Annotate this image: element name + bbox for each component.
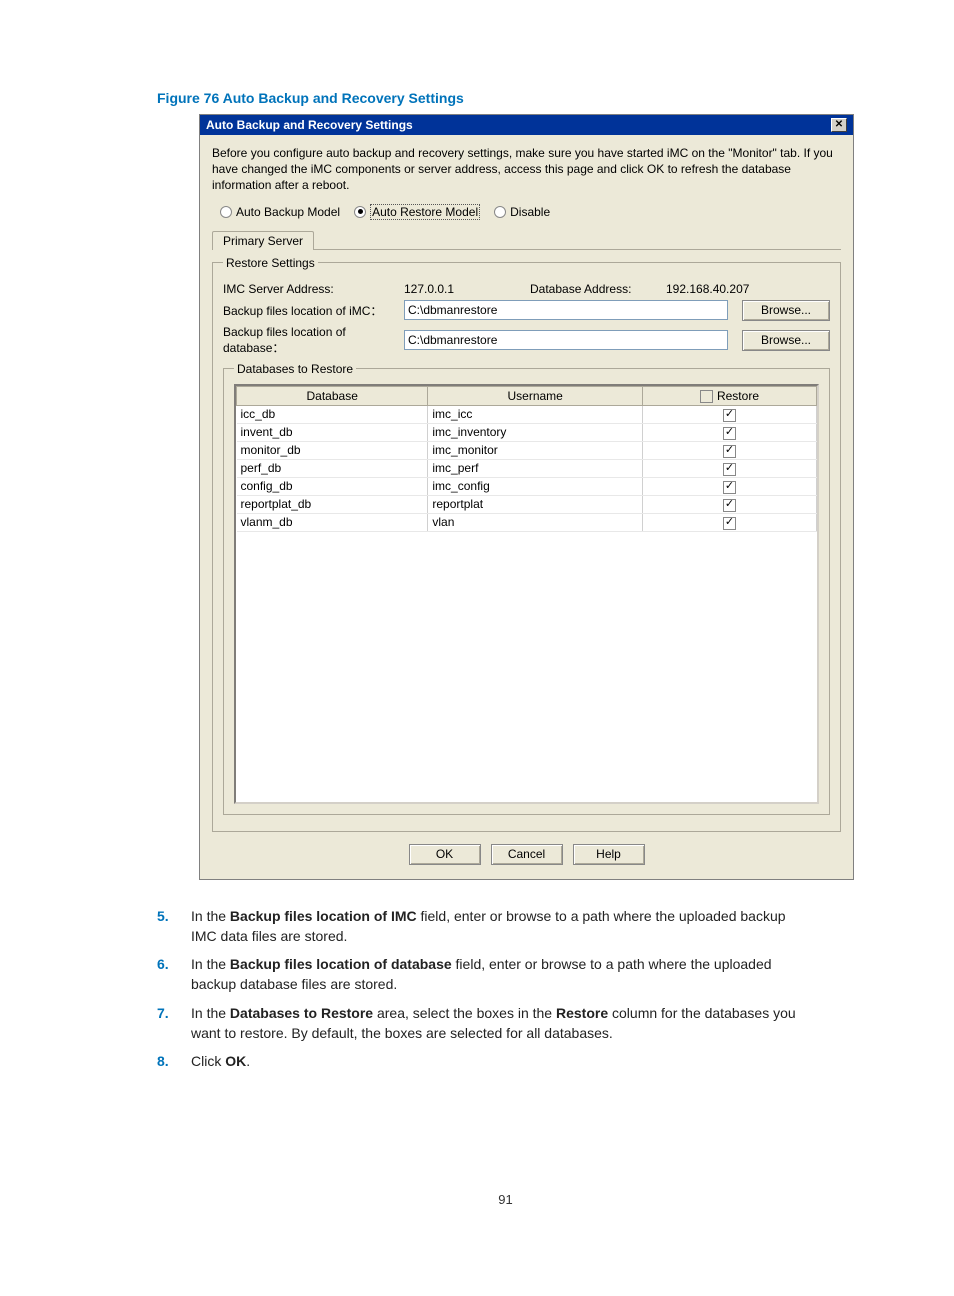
table-row[interactable]: monitor_dbimc_monitor bbox=[237, 441, 817, 459]
restore-checkbox[interactable] bbox=[723, 427, 736, 440]
label-db-address: Database Address: bbox=[530, 282, 660, 296]
cell-username: imc_perf bbox=[428, 459, 643, 477]
table-row[interactable]: reportplat_dbreportplat bbox=[237, 495, 817, 513]
databases-to-restore-legend: Databases to Restore bbox=[234, 362, 356, 376]
radio-icon bbox=[354, 206, 366, 218]
cell-username: vlan bbox=[428, 513, 643, 531]
table-row[interactable]: vlanm_dbvlan bbox=[237, 513, 817, 531]
page-number: 91 bbox=[157, 1192, 854, 1207]
cell-username: imc_inventory bbox=[428, 423, 643, 441]
instruction-steps: 5.In the Backup files location of IMC fi… bbox=[157, 906, 854, 1072]
cell-database: vlanm_db bbox=[237, 513, 428, 531]
cell-database: icc_db bbox=[237, 405, 428, 423]
step-number: 8. bbox=[157, 1051, 191, 1071]
cell-database: config_db bbox=[237, 477, 428, 495]
label-backup-imc: Backup files location of iMC： bbox=[223, 302, 398, 319]
cell-database: invent_db bbox=[237, 423, 428, 441]
restore-settings-legend: Restore Settings bbox=[223, 256, 318, 270]
browse-imc-button[interactable]: Browse... bbox=[742, 300, 830, 321]
dialog-window: Auto Backup and Recovery Settings ✕ Befo… bbox=[199, 114, 854, 880]
table-row[interactable]: invent_dbimc_inventory bbox=[237, 423, 817, 441]
radio-auto-restore[interactable]: Auto Restore Model bbox=[354, 204, 480, 220]
step-number: 5. bbox=[157, 906, 191, 947]
restore-settings-fieldset: Restore Settings IMC Server Address: 127… bbox=[212, 256, 841, 832]
browse-db-button[interactable]: Browse... bbox=[742, 330, 830, 351]
radio-icon bbox=[494, 206, 506, 218]
cell-restore bbox=[642, 459, 816, 477]
help-button[interactable]: Help bbox=[573, 844, 645, 865]
figure-caption: Figure 76 Auto Backup and Recovery Setti… bbox=[157, 90, 854, 106]
cell-restore bbox=[642, 441, 816, 459]
cell-restore bbox=[642, 405, 816, 423]
intro-text: Before you configure auto backup and rec… bbox=[212, 145, 841, 194]
restore-checkbox[interactable] bbox=[723, 445, 736, 458]
cell-restore bbox=[642, 477, 816, 495]
ok-button[interactable]: OK bbox=[409, 844, 481, 865]
label-imc-address: IMC Server Address: bbox=[223, 282, 398, 296]
step-item: 7.In the Databases to Restore area, sele… bbox=[157, 1003, 814, 1044]
radio-icon bbox=[220, 206, 232, 218]
mode-radio-group: Auto Backup Model Auto Restore Model Dis… bbox=[220, 204, 841, 220]
restore-checkbox[interactable] bbox=[723, 409, 736, 422]
cell-database: perf_db bbox=[237, 459, 428, 477]
restore-checkbox[interactable] bbox=[723, 481, 736, 494]
cell-database: reportplat_db bbox=[237, 495, 428, 513]
databases-to-restore-fieldset: Databases to Restore Database Username R… bbox=[223, 362, 830, 815]
radio-disable[interactable]: Disable bbox=[494, 205, 550, 219]
col-database[interactable]: Database bbox=[237, 386, 428, 405]
titlebar: Auto Backup and Recovery Settings ✕ bbox=[200, 115, 853, 135]
db-table: Database Username Restore icc_dbimc_icci… bbox=[236, 386, 817, 532]
col-restore-label: Restore bbox=[717, 389, 759, 403]
cell-username: imc_monitor bbox=[428, 441, 643, 459]
radio-label: Auto Restore Model bbox=[370, 204, 480, 220]
step-item: 8.Click OK. bbox=[157, 1051, 814, 1071]
table-row[interactable]: icc_dbimc_icc bbox=[237, 405, 817, 423]
value-db-address: 192.168.40.207 bbox=[666, 282, 749, 296]
step-number: 7. bbox=[157, 1003, 191, 1044]
cell-username: reportplat bbox=[428, 495, 643, 513]
step-number: 6. bbox=[157, 954, 191, 995]
cell-restore bbox=[642, 423, 816, 441]
cancel-button[interactable]: Cancel bbox=[491, 844, 563, 865]
input-backup-db[interactable] bbox=[404, 330, 728, 350]
radio-label: Disable bbox=[510, 205, 550, 219]
step-text: In the Databases to Restore area, select… bbox=[191, 1003, 814, 1044]
cell-restore bbox=[642, 495, 816, 513]
cell-username: imc_config bbox=[428, 477, 643, 495]
label-backup-db: Backup files location of database： bbox=[223, 325, 398, 356]
restore-checkbox[interactable] bbox=[723, 499, 736, 512]
radio-label: Auto Backup Model bbox=[236, 205, 340, 219]
tab-primary-server[interactable]: Primary Server bbox=[212, 231, 314, 250]
col-username[interactable]: Username bbox=[428, 386, 643, 405]
input-backup-imc[interactable] bbox=[404, 300, 728, 320]
step-item: 5.In the Backup files location of IMC fi… bbox=[157, 906, 814, 947]
restore-checkbox[interactable] bbox=[723, 463, 736, 476]
value-imc-address: 127.0.0.1 bbox=[404, 282, 524, 296]
radio-auto-backup[interactable]: Auto Backup Model bbox=[220, 205, 340, 219]
close-icon[interactable]: ✕ bbox=[831, 118, 847, 132]
restore-checkbox[interactable] bbox=[723, 517, 736, 530]
step-text: Click OK. bbox=[191, 1051, 814, 1071]
step-text: In the Backup files location of database… bbox=[191, 954, 814, 995]
tab-row: Primary Server bbox=[212, 230, 841, 250]
dialog-title: Auto Backup and Recovery Settings bbox=[206, 118, 413, 132]
step-text: In the Backup files location of IMC fiel… bbox=[191, 906, 814, 947]
col-restore[interactable]: Restore bbox=[642, 386, 816, 405]
cell-username: imc_icc bbox=[428, 405, 643, 423]
step-item: 6.In the Backup files location of databa… bbox=[157, 954, 814, 995]
table-row[interactable]: perf_dbimc_perf bbox=[237, 459, 817, 477]
cell-database: monitor_db bbox=[237, 441, 428, 459]
table-row[interactable]: config_dbimc_config bbox=[237, 477, 817, 495]
db-table-container: Database Username Restore icc_dbimc_icci… bbox=[234, 384, 819, 804]
dialog-button-row: OK Cancel Help bbox=[212, 844, 841, 865]
header-checkbox[interactable] bbox=[700, 390, 713, 403]
cell-restore bbox=[642, 513, 816, 531]
